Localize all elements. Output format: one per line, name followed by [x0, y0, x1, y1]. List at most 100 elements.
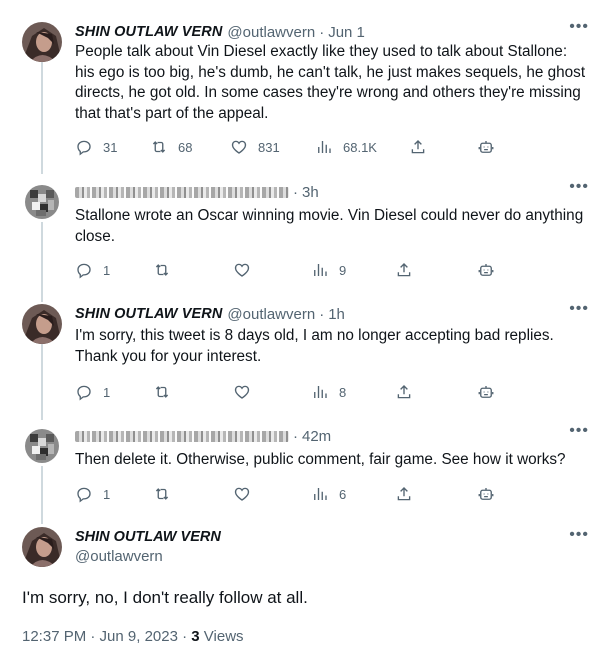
- reply-button[interactable]: 1: [75, 382, 110, 402]
- reply-count: 31: [103, 139, 118, 155]
- main-author-name[interactable]: SHIN OUTLAW VERN: [75, 529, 221, 545]
- views-count: 68.1K: [343, 139, 377, 155]
- reply-button[interactable]: 1: [75, 260, 110, 280]
- tweet-time[interactable]: 1h: [328, 306, 345, 323]
- thread-line: [41, 62, 43, 174]
- author-name[interactable]: SHIN OUTLAW VERN: [75, 24, 222, 40]
- tweet-meta: 12:37 PM · Jun 9, 2023 · 3 Views: [22, 628, 244, 645]
- main-avatar[interactable]: [22, 527, 62, 567]
- retweet-button[interactable]: [153, 260, 171, 280]
- retweet-count: 68: [178, 139, 193, 155]
- tweet-header: SHIN OUTLAW VERN @outlawvern · Jun 1 •••: [75, 18, 589, 42]
- tweet-text: Then delete it. Otherwise, public commen…: [75, 451, 566, 468]
- tweet-text: I'm sorry, this tweet is 8 days old, I a…: [75, 327, 554, 365]
- share-icon: [397, 487, 411, 501]
- more-icon[interactable]: •••: [569, 178, 589, 196]
- like-button[interactable]: [233, 382, 251, 402]
- robot-icon: [478, 386, 494, 398]
- views-number: 3: [191, 628, 200, 645]
- grok-button[interactable]: [477, 137, 495, 157]
- reply-button[interactable]: 1: [75, 484, 110, 504]
- robot-icon: [478, 488, 494, 500]
- like-button[interactable]: [233, 260, 251, 280]
- main-author-handle[interactable]: @outlawvern: [75, 548, 221, 565]
- avatar[interactable]: [22, 304, 62, 344]
- retweet-button[interactable]: [153, 484, 171, 504]
- redacted-author[interactable]: [75, 430, 289, 442]
- like-button[interactable]: [233, 484, 251, 504]
- reply-count: 1: [103, 384, 111, 400]
- tweet-header: · 42m •••: [75, 422, 589, 446]
- reply-count: 1: [103, 486, 111, 502]
- views-count: 8: [339, 384, 347, 400]
- views-label: Views: [203, 628, 244, 645]
- action-bar: 1 8: [75, 382, 515, 402]
- like-button[interactable]: 831: [230, 137, 280, 157]
- views-count: 6: [339, 486, 347, 502]
- separator-dot: ·: [293, 427, 298, 445]
- heart-icon: [234, 263, 250, 277]
- tweet-timestamp[interactable]: 12:37 PM · Jun 9, 2023: [22, 628, 178, 645]
- retweet-button[interactable]: 68: [150, 137, 192, 157]
- share-button[interactable]: [409, 137, 427, 157]
- author-handle[interactable]: @outlawvern: [227, 24, 315, 41]
- share-icon: [397, 385, 411, 399]
- reply-icon: [77, 140, 91, 156]
- more-icon[interactable]: •••: [569, 526, 589, 544]
- more-icon[interactable]: •••: [569, 18, 589, 36]
- reply-icon: [77, 487, 91, 503]
- retweet-icon: [155, 386, 169, 398]
- views-button[interactable]: 8: [311, 382, 346, 402]
- action-bar: 1 9: [75, 260, 515, 280]
- views-chart-icon: [314, 264, 327, 276]
- action-bar: 1 6: [75, 484, 515, 504]
- avatar[interactable]: [22, 22, 62, 62]
- robot-icon: [478, 264, 494, 276]
- tweet-text: People talk about Vin Diesel exactly lik…: [75, 43, 586, 122]
- redacted-author[interactable]: [75, 186, 289, 198]
- grok-button[interactable]: [477, 382, 495, 402]
- tweet-text: Stallone wrote an Oscar winning movie. V…: [75, 207, 584, 245]
- separator-dot: ·: [293, 183, 298, 201]
- heart-icon: [234, 385, 250, 399]
- avatar[interactable]: [22, 182, 62, 222]
- tweet-header: SHIN OUTLAW VERN @outlawvern · 1h •••: [75, 300, 589, 324]
- reply-icon: [77, 263, 91, 279]
- grok-button[interactable]: [477, 484, 495, 504]
- reply-icon: [77, 385, 91, 401]
- author-name[interactable]: SHIN OUTLAW VERN: [75, 306, 222, 322]
- separator-dot: ·: [182, 628, 188, 645]
- reply-count: 1: [103, 262, 111, 278]
- separator-dot: ·: [319, 305, 325, 323]
- action-bar: 31 68 831 68.1K: [75, 137, 515, 157]
- heart-icon: [234, 487, 250, 501]
- author-handle[interactable]: @outlawvern: [227, 306, 315, 323]
- avatar[interactable]: [22, 426, 62, 466]
- views-button[interactable]: 68.1K: [315, 137, 377, 157]
- more-icon[interactable]: •••: [569, 300, 589, 318]
- views-chart-icon: [314, 488, 327, 500]
- more-icon[interactable]: •••: [569, 422, 589, 440]
- main-tweet-header: SHIN OUTLAW VERN @outlawvern: [75, 529, 221, 565]
- tweet-header: · 3h •••: [75, 178, 589, 202]
- tweet-time[interactable]: Jun 1: [328, 24, 365, 41]
- main-tweet-text: I'm sorry, no, I don't really follow at …: [22, 588, 308, 607]
- tweet-time[interactable]: 42m: [302, 428, 331, 445]
- share-icon: [397, 263, 411, 277]
- share-button[interactable]: [395, 382, 413, 402]
- views-button[interactable]: 6: [311, 484, 346, 504]
- grok-button[interactable]: [477, 260, 495, 280]
- share-button[interactable]: [395, 484, 413, 504]
- retweet-icon: [152, 141, 166, 153]
- thread-line: [41, 466, 43, 524]
- reply-button[interactable]: 31: [75, 137, 117, 157]
- tweet-time[interactable]: 3h: [302, 184, 319, 201]
- retweet-icon: [155, 264, 169, 276]
- share-icon: [411, 140, 425, 154]
- robot-icon: [478, 141, 494, 153]
- views-button[interactable]: 9: [311, 260, 346, 280]
- retweet-icon: [155, 488, 169, 500]
- views-count: 9: [339, 262, 347, 278]
- share-button[interactable]: [395, 260, 413, 280]
- retweet-button[interactable]: [153, 382, 171, 402]
